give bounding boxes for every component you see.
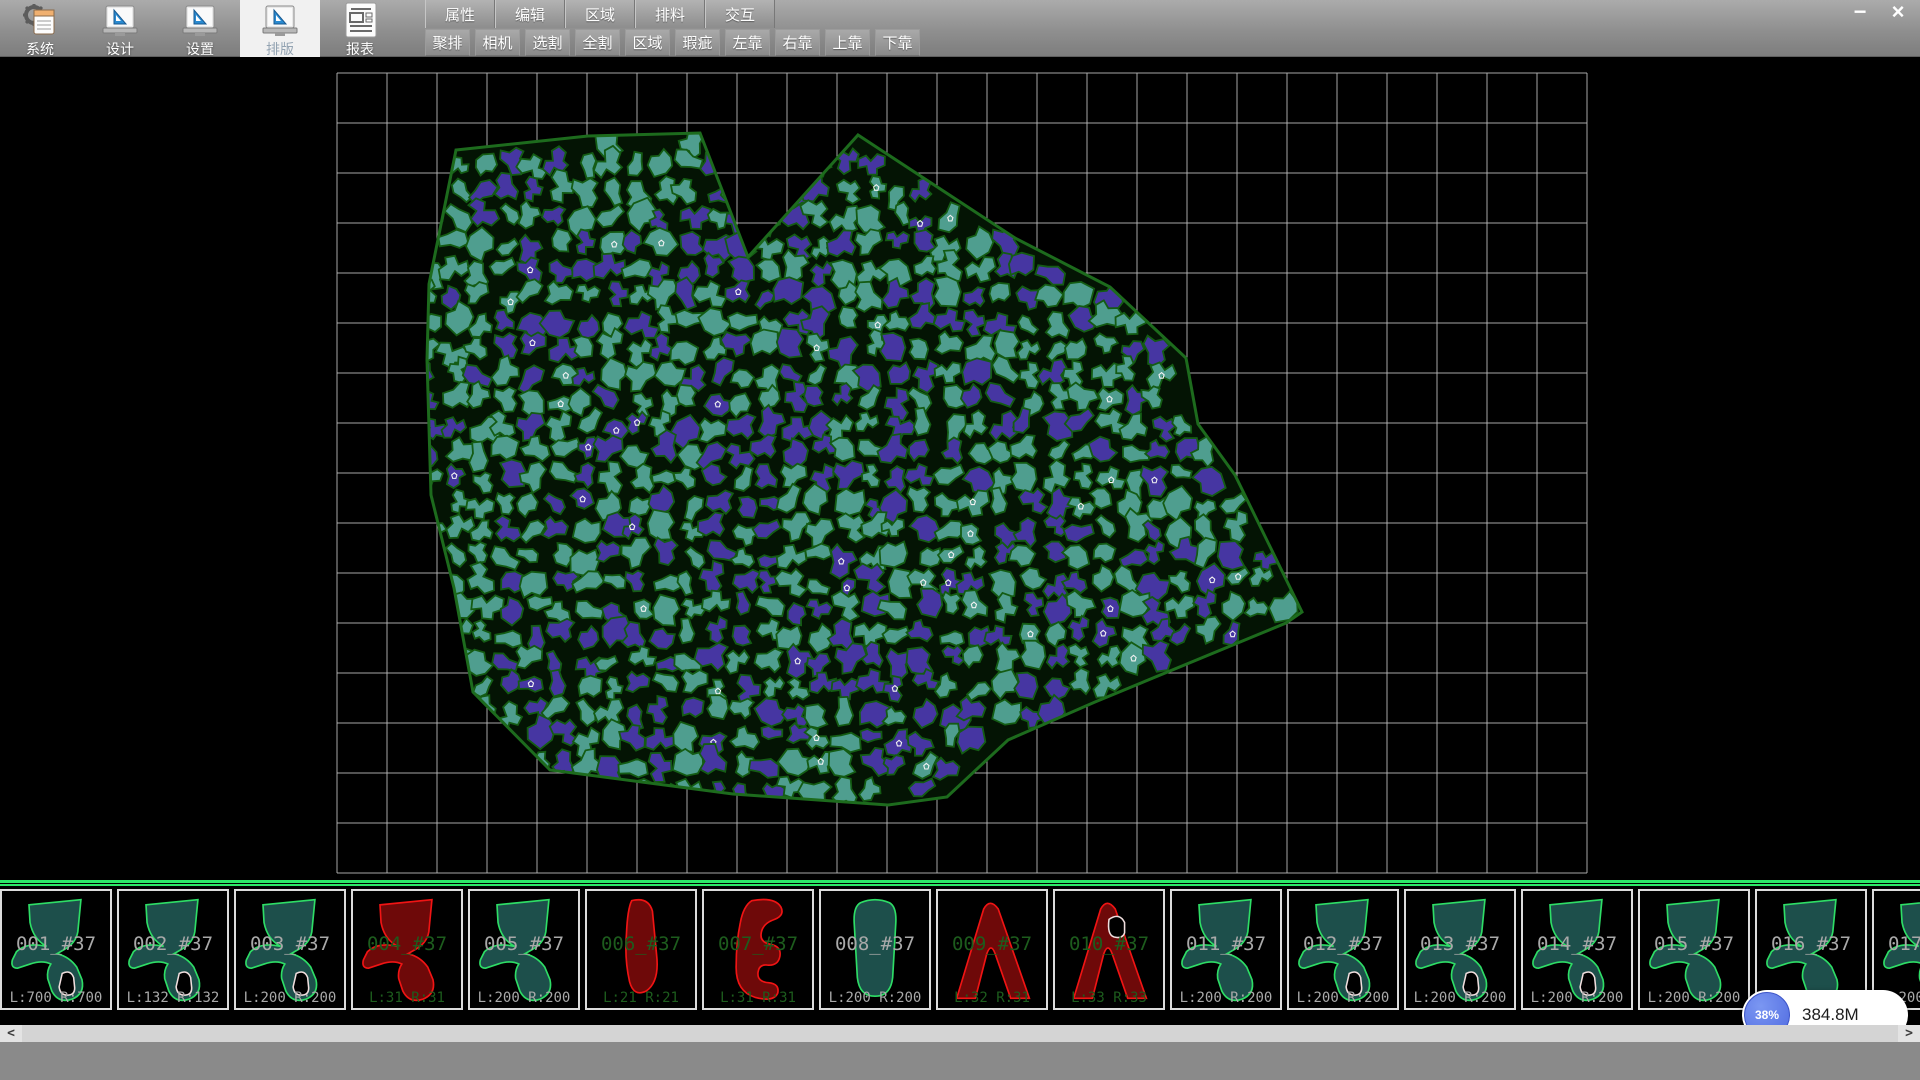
piece-shape-boot bbox=[470, 891, 578, 1008]
module-4[interactable]: 排版 bbox=[240, 0, 320, 57]
tool-button-row: 聚排相机选割全割区域瑕疵左靠右靠上靠下靠 bbox=[425, 29, 920, 57]
system-gear-icon bbox=[20, 2, 60, 38]
piece-shape-boot bbox=[353, 891, 461, 1008]
tool-button-5[interactable]: 区域 bbox=[625, 29, 670, 56]
module-label: 设计 bbox=[106, 39, 134, 59]
piece-thumbnail-13[interactable]: 013_#37 L:200 R:200 bbox=[1404, 889, 1516, 1010]
menu-tab-5[interactable]: 交互 bbox=[705, 0, 775, 28]
piece-thumbnail-10[interactable]: 010_#37 L:33 R:33 bbox=[1053, 889, 1165, 1010]
tool-button-3[interactable]: 选割 bbox=[525, 29, 570, 56]
module-3[interactable]: 设置 bbox=[160, 0, 240, 57]
module-1[interactable]: 系统 bbox=[0, 0, 80, 57]
piece-shape-cshape bbox=[704, 891, 812, 1008]
minimize-button[interactable]: − bbox=[1844, 2, 1876, 22]
module-label: 排版 bbox=[266, 39, 294, 59]
piece-shape-ashape bbox=[1055, 891, 1163, 1008]
piece-shape-boot bbox=[119, 891, 227, 1008]
module-bar: 系统 设计 设置 排版 报表 bbox=[0, 0, 400, 57]
tool-button-1[interactable]: 聚排 bbox=[425, 29, 470, 56]
tool-button-4[interactable]: 全割 bbox=[575, 29, 620, 56]
thumbnail-list: 001_#37 L:700 R:700 002_#37 L:132 R:132 … bbox=[0, 887, 1920, 1010]
piece-thumbnail-9[interactable]: 009_#37 L:32 R:31 bbox=[936, 889, 1048, 1010]
piece-thumbnail-14[interactable]: 014_#37 L:200 R:200 bbox=[1521, 889, 1633, 1010]
tool-button-2[interactable]: 相机 bbox=[475, 29, 520, 56]
piece-thumbnail-11[interactable]: 011_#37 L:200 R:200 bbox=[1170, 889, 1282, 1010]
design-ruler-icon bbox=[100, 2, 140, 38]
piece-thumbnail-5[interactable]: 005_#37 L:200 R:200 bbox=[468, 889, 580, 1010]
tool-button-6[interactable]: 瑕疵 bbox=[675, 29, 720, 56]
close-button[interactable]: × bbox=[1882, 2, 1914, 22]
piece-thumbnail-15[interactable]: 015_#37 L:200 R:200 bbox=[1638, 889, 1750, 1010]
canvas-svg bbox=[0, 57, 1920, 880]
window-controls: − × bbox=[1844, 2, 1914, 22]
window-footer bbox=[0, 1042, 1920, 1080]
horizontal-scrollbar[interactable]: < > bbox=[0, 1025, 1920, 1042]
tool-button-10[interactable]: 下靠 bbox=[875, 29, 920, 56]
piece-shape-boot bbox=[1289, 891, 1397, 1008]
piece-shape-boot bbox=[1640, 891, 1748, 1008]
piece-shape-boot bbox=[2, 891, 110, 1008]
module-label: 系统 bbox=[26, 39, 54, 59]
piece-shape-ashape bbox=[938, 891, 1046, 1008]
piece-shape-boot bbox=[1523, 891, 1631, 1008]
piece-thumbnail-4[interactable]: 004_#37 L:31 R:31 bbox=[351, 889, 463, 1010]
menu-tab-4[interactable]: 排料 bbox=[635, 0, 705, 28]
report-document-icon bbox=[340, 2, 380, 38]
scroll-left-icon[interactable]: < bbox=[0, 1025, 22, 1042]
layout-ruler-icon bbox=[260, 2, 300, 38]
app-window: 系统 设计 设置 排版 报表 属性编辑区域排料交互 聚排相机选割全割区域瑕疵左靠… bbox=[0, 0, 1920, 1080]
piece-shape-boot bbox=[236, 891, 344, 1008]
module-label: 设置 bbox=[186, 39, 214, 59]
strip-divider bbox=[0, 880, 1920, 887]
piece-thumbnail-2[interactable]: 002_#37 L:132 R:132 bbox=[117, 889, 229, 1010]
module-5[interactable]: 报表 bbox=[320, 0, 400, 57]
piece-thumbnail-8[interactable]: 008_#37 L:200 R:200 bbox=[819, 889, 931, 1010]
settings-ruler-icon bbox=[180, 2, 220, 38]
piece-thumbnail-12[interactable]: 012_#37 L:200 R:200 bbox=[1287, 889, 1399, 1010]
piece-thumbnail-6[interactable]: 006_#37 L:21 R:21 bbox=[585, 889, 697, 1010]
tool-button-7[interactable]: 左靠 bbox=[725, 29, 770, 56]
piece-shape-boot bbox=[1172, 891, 1280, 1008]
module-2[interactable]: 设计 bbox=[80, 0, 160, 57]
piece-thumbnail-3[interactable]: 003_#37 L:200 R:200 bbox=[234, 889, 346, 1010]
main-toolbar: 系统 设计 设置 排版 报表 属性编辑区域排料交互 聚排相机选割全割区域瑕疵左靠… bbox=[0, 0, 1920, 57]
piece-shape-slab bbox=[821, 891, 929, 1008]
memory-usage-label: 384.8M bbox=[1802, 1005, 1859, 1025]
nesting-canvas[interactable] bbox=[0, 57, 1920, 880]
menu-tab-2[interactable]: 编辑 bbox=[495, 0, 565, 28]
menu-tab-3[interactable]: 区域 bbox=[565, 0, 635, 28]
piece-thumbnail-7[interactable]: 007_#37 L:31 R:31 bbox=[702, 889, 814, 1010]
scroll-right-icon[interactable]: > bbox=[1898, 1025, 1920, 1042]
piece-thumbnail-1[interactable]: 001_#37 L:700 R:700 bbox=[0, 889, 112, 1010]
tool-button-9[interactable]: 上靠 bbox=[825, 29, 870, 56]
piece-shape-blob bbox=[587, 891, 695, 1008]
module-label: 报表 bbox=[346, 39, 374, 59]
menu-tab-bar: 属性编辑区域排料交互 bbox=[425, 0, 775, 28]
piece-thumbnail-strip: 001_#37 L:700 R:700 002_#37 L:132 R:132 … bbox=[0, 880, 1920, 1012]
menu-tab-1[interactable]: 属性 bbox=[425, 0, 495, 28]
tool-button-8[interactable]: 右靠 bbox=[775, 29, 820, 56]
piece-shape-boot bbox=[1406, 891, 1514, 1008]
